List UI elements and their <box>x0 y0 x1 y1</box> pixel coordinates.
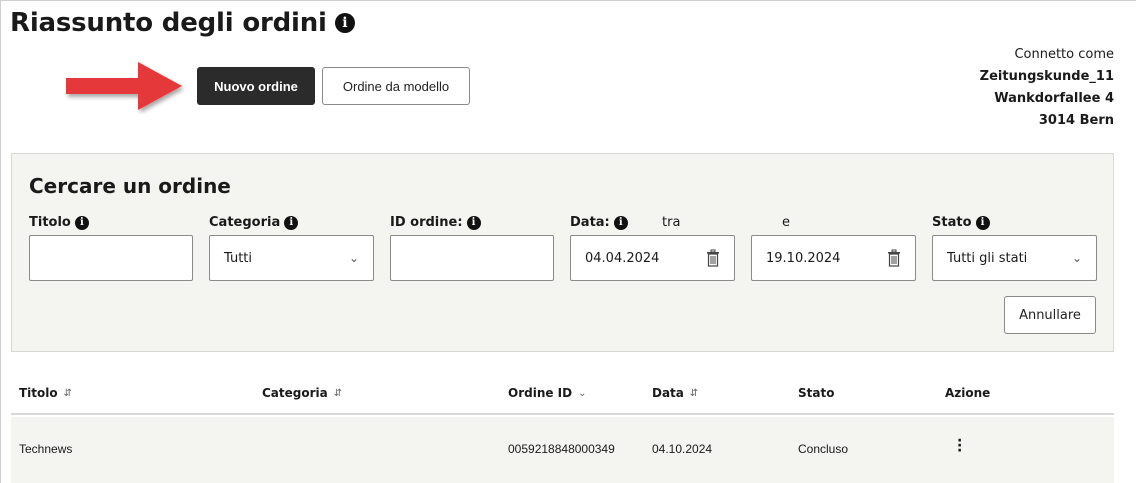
table-row[interactable]: Technews 0059218848000349 04.10.2024 Con… <box>11 417 1114 483</box>
category-select-value: Tutti <box>224 250 253 266</box>
column-header-order-id[interactable]: Ordine ID ⌄ <box>508 386 587 400</box>
column-header-date-text: Data <box>652 386 684 400</box>
more-actions-icon[interactable]: · · · <box>957 434 962 458</box>
user-name: Zeitungskunde_11 <box>979 69 1114 84</box>
category-label: Categoria i <box>209 215 299 230</box>
page-title: Riassunto degli ordini i <box>10 8 355 38</box>
cell-status: Concluso <box>798 442 849 456</box>
column-header-title[interactable]: Titolo ⇵ <box>19 386 72 400</box>
status-info-icon[interactable]: i <box>975 215 990 230</box>
user-connected-label: Connetto come <box>1014 47 1114 62</box>
sort-desc-icon[interactable]: ⌄ <box>578 388 586 399</box>
search-panel: Cercare un ordine Titolo i Categoria i T… <box>11 153 1114 352</box>
order-id-label-text: ID ordine: <box>390 215 463 230</box>
date-info-icon[interactable]: i <box>613 215 628 230</box>
cell-date: 04.10.2024 <box>652 442 713 456</box>
cancel-button[interactable]: Annullare <box>1004 296 1096 334</box>
red-arrow-icon <box>66 62 182 110</box>
trash-icon[interactable] <box>887 249 901 267</box>
user-city: 3014 Bern <box>1038 113 1114 128</box>
date-and-label: e <box>782 215 790 230</box>
column-header-order-id-text: Ordine ID <box>508 386 573 400</box>
column-header-category-text: Categoria <box>262 386 328 400</box>
category-info-icon[interactable]: i <box>284 215 299 230</box>
title-label-text: Titolo <box>29 215 71 230</box>
column-header-status: Stato <box>798 386 835 400</box>
date-from-input[interactable]: 04.04.2024 <box>570 235 735 281</box>
date-label: Data: i <box>570 215 628 230</box>
cell-order-id: 0059218848000349 <box>508 442 615 456</box>
category-select[interactable]: Tutti ⌄ <box>209 235 374 281</box>
order-id-input[interactable] <box>390 235 554 281</box>
table-header: Titolo ⇵ Categoria ⇵ Ordine ID ⌄ Data ⇵ … <box>11 382 1114 415</box>
status-label-text: Stato <box>932 215 972 230</box>
user-street: Wankdorfallee 4 <box>994 91 1114 106</box>
date-label-text: Data: <box>570 215 610 230</box>
title-info-icon[interactable]: i <box>74 215 89 230</box>
status-select[interactable]: Tutti gli stati ⌄ <box>932 235 1097 281</box>
order-from-template-button[interactable]: Ordine da modello <box>322 67 470 105</box>
chevron-down-icon: ⌄ <box>348 251 359 265</box>
sort-icon[interactable]: ⇵ <box>690 388 698 399</box>
column-header-date[interactable]: Data ⇵ <box>652 386 698 400</box>
status-label: Stato i <box>932 215 990 230</box>
title-label: Titolo i <box>29 215 89 230</box>
cell-title: Technews <box>19 442 73 456</box>
sort-icon[interactable]: ⇵ <box>334 388 342 399</box>
date-to-value: 19.10.2024 <box>766 250 841 266</box>
date-from-value: 04.04.2024 <box>585 250 660 266</box>
status-select-value: Tutti gli stati <box>947 250 1028 266</box>
new-order-button[interactable]: Nuovo ordine <box>197 67 315 105</box>
date-between-label: tra <box>662 215 681 230</box>
category-label-text: Categoria <box>209 215 281 230</box>
trash-icon[interactable] <box>706 249 720 267</box>
sort-icon[interactable]: ⇵ <box>64 388 72 399</box>
title-input[interactable] <box>29 235 193 281</box>
page-title-text: Riassunto degli ordini <box>10 8 327 38</box>
info-icon[interactable]: i <box>334 13 355 33</box>
column-header-action: Azione <box>945 386 991 400</box>
search-heading: Cercare un ordine <box>29 174 231 198</box>
column-header-category[interactable]: Categoria ⇵ <box>262 386 342 400</box>
chevron-down-icon: ⌄ <box>1071 251 1082 265</box>
column-header-title-text: Titolo <box>19 386 58 400</box>
date-to-input[interactable]: 19.10.2024 <box>751 235 916 281</box>
user-info: Connetto come Zeitungskunde_11 Wankdorfa… <box>980 44 1114 132</box>
order-id-label: ID ordine: i <box>390 215 481 230</box>
order-id-info-icon[interactable]: i <box>466 215 481 230</box>
